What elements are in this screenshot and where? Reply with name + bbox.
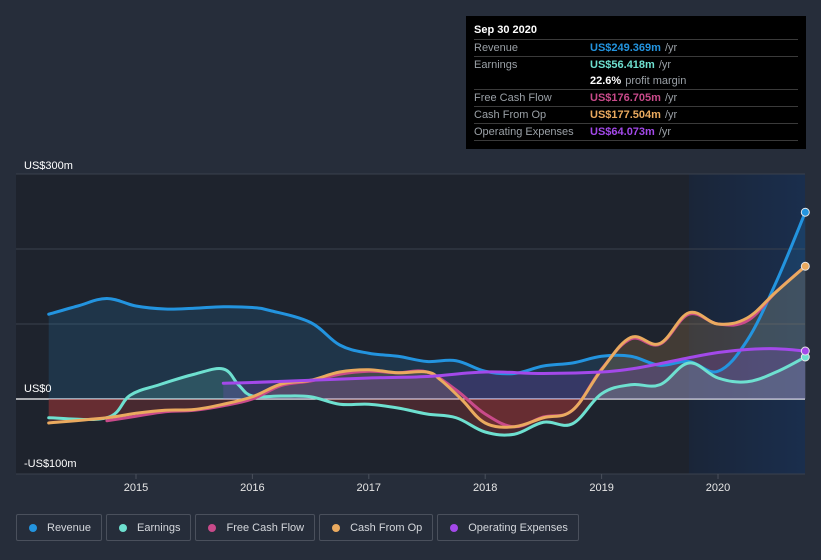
x-tick-label: 2019 — [589, 482, 614, 494]
legend-label: Revenue — [47, 521, 92, 534]
tooltip-value: US$177.504m — [590, 109, 661, 121]
tooltip-label: Cash From Op — [474, 109, 547, 121]
legend-label: Cash From Op — [350, 521, 423, 534]
tooltip-label: Free Cash Flow — [474, 92, 552, 104]
tooltip-label — [474, 73, 590, 89]
tooltip-date: Sep 30 2020 — [474, 22, 798, 40]
legend-label: Operating Expenses — [468, 521, 568, 534]
earnings-dot-icon — [119, 523, 128, 532]
y-tick-label: US$0 — [24, 383, 52, 395]
legend-item-cash-from-op[interactable]: Cash From Op — [319, 514, 434, 541]
tooltip-value: US$249.369m — [590, 42, 661, 54]
x-tick-label: 2017 — [356, 482, 382, 494]
revenue-end-marker — [800, 207, 810, 217]
legend-label: Free Cash Flow — [226, 521, 305, 534]
tooltip-value: US$64.073m — [590, 126, 655, 138]
tooltip-unit: profit margin — [625, 75, 687, 87]
x-tick-label: 2016 — [240, 482, 265, 494]
cash-from-op-end-marker — [800, 261, 810, 271]
tooltip-value: 22.6% — [590, 75, 622, 87]
free-cash-flow-dot-icon — [208, 523, 217, 532]
x-tick-label: 2018 — [472, 482, 498, 494]
tooltip-row-profit-margin: 22.6% profit margin — [474, 73, 798, 90]
tooltip-label: Operating Expenses — [474, 126, 574, 138]
legend-item-free-cash-flow[interactable]: Free Cash Flow — [195, 514, 316, 541]
tick-layer — [135, 474, 719, 479]
tooltip-unit: /yr — [664, 92, 678, 104]
cash-from-op-dot-icon — [332, 523, 341, 532]
revenue-dot-icon — [29, 523, 37, 532]
tooltip-row-free-cash-flow: Free Cash Flow US$176.705m /yr — [474, 90, 798, 107]
tooltip-value: US$176.705m — [590, 92, 661, 104]
legend-item-earnings[interactable]: Earnings — [106, 514, 192, 541]
tooltip-row-cash-from-op: Cash From Op US$177.504m /yr — [474, 107, 798, 124]
operating-expenses-dot-icon — [450, 523, 459, 532]
x-tick-label: 2020 — [705, 482, 731, 494]
legend: Revenue Earnings Free Cash Flow Cash Fro… — [16, 514, 579, 541]
y-tick-label: -US$100m — [24, 458, 77, 470]
tooltip-unit: /yr — [664, 42, 678, 54]
tooltip-unit: /yr — [658, 59, 672, 71]
legend-item-operating-expenses[interactable]: Operating Expenses — [437, 514, 579, 541]
tooltip-row-operating-expenses: Operating Expenses US$64.073m /yr — [474, 124, 798, 141]
tooltip-row-revenue: Revenue US$249.369m /yr — [474, 40, 798, 57]
operating-expenses-end-marker — [800, 346, 810, 356]
tooltip: Sep 30 2020 Revenue US$249.369m /yr Earn… — [466, 16, 806, 149]
x-tick-label: 2015 — [123, 482, 149, 494]
legend-label: Earnings — [137, 521, 181, 534]
tooltip-label: Revenue — [474, 42, 519, 54]
tooltip-label: Earnings — [474, 59, 518, 71]
tooltip-unit: /yr — [664, 109, 678, 121]
tooltip-value: US$56.418m — [590, 59, 655, 71]
y-tick-label: US$300m — [24, 160, 73, 172]
tooltip-row-earnings: Earnings US$56.418m /yr — [474, 57, 798, 73]
tooltip-unit: /yr — [658, 126, 672, 138]
legend-item-revenue[interactable]: Revenue — [16, 514, 103, 541]
